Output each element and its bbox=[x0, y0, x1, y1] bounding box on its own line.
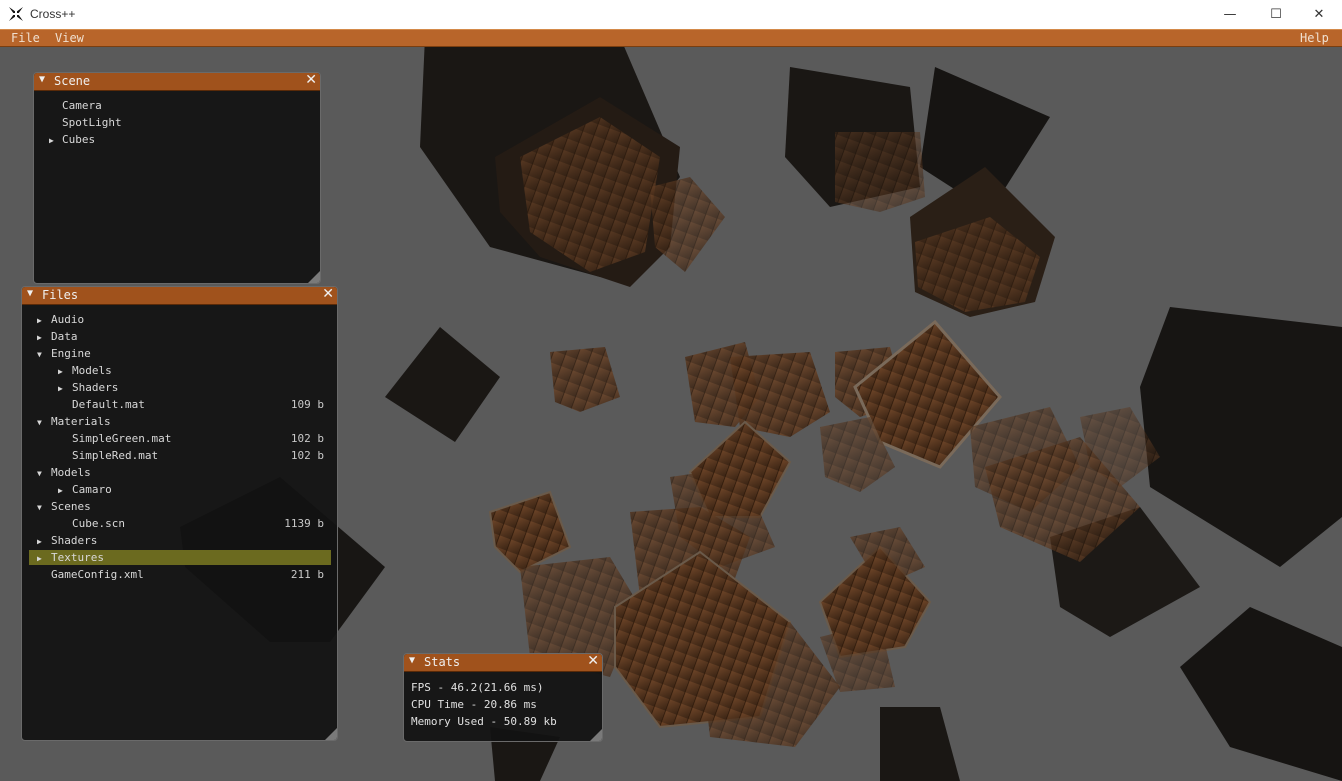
file-tree-label: Default.mat bbox=[72, 398, 145, 411]
file-tree-label: SimpleRed.mat bbox=[72, 449, 159, 462]
menu-bar: File View Help bbox=[0, 29, 1342, 47]
collapsed-triangle-icon: ▶ bbox=[37, 316, 42, 325]
folder-item[interactable]: ▶ Shaders bbox=[37, 532, 97, 549]
collapsed-triangle-icon: ▶ bbox=[37, 333, 42, 342]
folder-item[interactable]: ▶ Models bbox=[58, 362, 112, 379]
menu-file[interactable]: File bbox=[11, 31, 40, 45]
expanded-triangle-icon: ▼ bbox=[37, 350, 42, 359]
collapse-triangle-icon[interactable]: ▼ bbox=[39, 74, 45, 85]
scene-panel-header[interactable]: ▼ Scene ✕ bbox=[34, 73, 320, 91]
folder-item[interactable]: ▼ Scenes bbox=[37, 498, 91, 515]
stats-panel-header[interactable]: ▼ Stats ✕ bbox=[404, 654, 602, 672]
file-tree-label: Models bbox=[72, 364, 112, 377]
file-tree-label: Shaders bbox=[72, 381, 119, 394]
tree-item-label: Cubes bbox=[62, 133, 96, 146]
menu-view[interactable]: View bbox=[55, 31, 84, 45]
expanded-triangle-icon: ▼ bbox=[37, 418, 42, 427]
file-size: 1139 b bbox=[284, 517, 324, 530]
file-tree-label: Cube.scn bbox=[72, 517, 125, 530]
collapsed-triangle-icon: ▶ bbox=[37, 554, 42, 563]
file-item[interactable]: Default.mat bbox=[58, 396, 145, 413]
collapsed-triangle-icon: ▶ bbox=[58, 384, 63, 393]
scene-panel-title: Scene bbox=[54, 74, 91, 88]
stats-panel: ▼ Stats ✕ FPS - 46.2(21.66 ms) CPU Time … bbox=[403, 653, 603, 742]
file-tree-label: Camaro bbox=[72, 483, 112, 496]
expanded-triangle-icon: ▼ bbox=[37, 469, 42, 478]
scene-panel: ▼ Scene ✕ Camera SpotLight ▶ Cubes bbox=[33, 72, 321, 284]
file-item[interactable]: Cube.scn bbox=[58, 515, 125, 532]
folder-item[interactable]: ▶ Camaro bbox=[58, 481, 112, 498]
file-size: 211 b bbox=[290, 568, 324, 581]
collapse-triangle-icon[interactable]: ▼ bbox=[409, 655, 415, 666]
file-size: 109 b bbox=[290, 398, 324, 411]
folder-item[interactable]: ▼ Models bbox=[37, 464, 91, 481]
stats-panel-title: Stats bbox=[424, 655, 461, 669]
minimize-button[interactable]: — bbox=[1207, 0, 1253, 29]
file-size: 102 b bbox=[290, 432, 324, 445]
file-tree-label: GameConfig.xml bbox=[51, 568, 144, 581]
title-bar: Cross++ — ☐ ✕ bbox=[0, 0, 1342, 29]
file-tree-label: Data bbox=[51, 330, 78, 343]
collapsed-triangle-icon: ▶ bbox=[37, 537, 42, 546]
files-panel-header[interactable]: ▼ Files ✕ bbox=[22, 287, 337, 305]
file-item[interactable]: SimpleRed.mat bbox=[58, 447, 158, 464]
collapse-triangle-icon[interactable]: ▼ bbox=[27, 288, 33, 299]
file-tree-label: SimpleGreen.mat bbox=[72, 432, 172, 445]
close-icon[interactable]: ✕ bbox=[587, 654, 599, 669]
folder-item[interactable]: ▶ Shaders bbox=[58, 379, 118, 396]
close-icon[interactable]: ✕ bbox=[305, 73, 317, 88]
memory-readout: Memory Used - 50.89 kb bbox=[411, 715, 557, 728]
maximize-icon: ☐ bbox=[1270, 7, 1282, 22]
tree-item-label: SpotLight bbox=[62, 116, 122, 129]
collapsed-triangle-icon: ▶ bbox=[58, 367, 63, 376]
file-item[interactable]: SimpleGreen.mat bbox=[58, 430, 171, 447]
folder-item[interactable]: ▶ Audio bbox=[37, 311, 84, 328]
file-tree-label: Engine bbox=[51, 347, 91, 360]
file-tree-label: Textures bbox=[51, 551, 104, 564]
fps-readout: FPS - 46.2(21.66 ms) bbox=[411, 681, 544, 694]
tree-item-camera[interactable]: Camera bbox=[62, 97, 102, 114]
file-tree-label: Models bbox=[51, 466, 91, 479]
window-title: Cross++ bbox=[30, 7, 76, 21]
collapsed-triangle-icon: ▶ bbox=[58, 486, 63, 495]
file-tree-label: Shaders bbox=[51, 534, 98, 547]
file-tree-label: Audio bbox=[51, 313, 85, 326]
close-icon: ✕ bbox=[1313, 7, 1325, 22]
files-panel: ▼ Files ✕ ▶ Audio ▶ Data ▼ Engine ▶ Models ▶ Shad… bbox=[21, 286, 338, 741]
cpu-time-readout: CPU Time - 20.86 ms bbox=[411, 698, 537, 711]
resize-grip[interactable] bbox=[590, 729, 602, 741]
folder-item[interactable]: ▼ Materials bbox=[37, 413, 111, 430]
resize-grip[interactable] bbox=[325, 728, 337, 740]
files-panel-title: Files bbox=[42, 288, 79, 302]
expanded-triangle-icon: ▼ bbox=[37, 503, 42, 512]
close-window-button[interactable]: ✕ bbox=[1296, 0, 1342, 29]
tree-item-cubes[interactable]: ▶ Cubes bbox=[49, 131, 95, 148]
file-tree-label: Scenes bbox=[51, 500, 91, 513]
maltese-cross-icon bbox=[8, 6, 24, 22]
resize-grip[interactable] bbox=[308, 271, 320, 283]
menu-help[interactable]: Help bbox=[1300, 31, 1329, 45]
folder-item[interactable]: ▶ Textures bbox=[37, 549, 104, 566]
folder-item[interactable]: ▶ Data bbox=[37, 328, 78, 345]
close-icon[interactable]: ✕ bbox=[322, 287, 334, 302]
expand-triangle-icon: ▶ bbox=[49, 136, 54, 145]
tree-item-spotlight[interactable]: SpotLight bbox=[62, 114, 122, 131]
file-tree-label: Materials bbox=[51, 415, 111, 428]
maximize-button[interactable]: ☐ bbox=[1253, 0, 1299, 29]
file-item[interactable]: GameConfig.xml bbox=[37, 566, 144, 583]
minimize-icon: — bbox=[1223, 7, 1237, 22]
folder-item[interactable]: ▼ Engine bbox=[37, 345, 91, 362]
tree-item-label: Camera bbox=[62, 99, 102, 112]
file-size: 102 b bbox=[290, 449, 324, 462]
